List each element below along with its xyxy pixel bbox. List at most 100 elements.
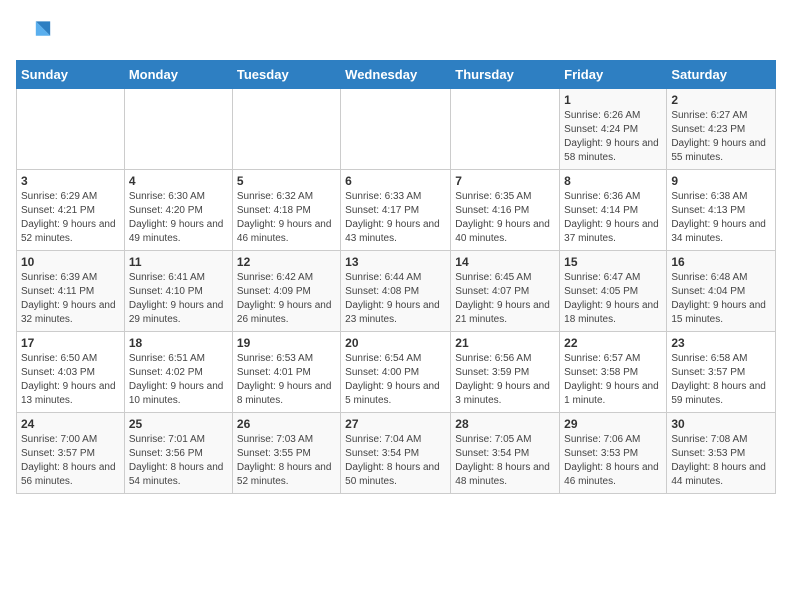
calendar-cell: 2 Sunrise: 6:27 AM Sunset: 4:23 PM Daylig… bbox=[667, 89, 776, 170]
day-number: 18 bbox=[129, 336, 228, 350]
day-info: Sunrise: 7:03 AM Sunset: 3:55 PM Dayligh… bbox=[237, 433, 336, 489]
day-info: Sunrise: 6:35 AM Sunset: 4:16 PM Dayligh… bbox=[455, 190, 555, 246]
calendar-cell bbox=[17, 89, 125, 170]
day-number: 15 bbox=[564, 255, 662, 269]
day-number: 23 bbox=[671, 336, 771, 350]
calendar-cell: 16 Sunrise: 6:48 AM Sunset: 4:04 PM Dayli… bbox=[667, 251, 776, 332]
day-info: Sunrise: 7:01 AM Sunset: 3:56 PM Dayligh… bbox=[129, 433, 228, 489]
day-number: 26 bbox=[237, 417, 336, 431]
calendar-cell: 17 Sunrise: 6:50 AM Sunset: 4:03 PM Dayli… bbox=[17, 332, 125, 413]
day-number: 12 bbox=[237, 255, 336, 269]
calendar-cell: 1Sunrise: 6:26 AM Sunset: 4:24 PM Daylig… bbox=[560, 89, 667, 170]
calendar-cell: 26 Sunrise: 7:03 AM Sunset: 3:55 PM Dayli… bbox=[232, 413, 340, 494]
calendar-cell: 28 Sunrise: 7:05 AM Sunset: 3:54 PM Dayli… bbox=[451, 413, 560, 494]
day-info: Sunrise: 6:27 AM Sunset: 4:23 PM Dayligh… bbox=[671, 109, 771, 165]
calendar-table: SundayMondayTuesdayWednesdayThursdayFrid… bbox=[16, 60, 776, 494]
day-number: 7 bbox=[455, 174, 555, 188]
calendar-cell: 11 Sunrise: 6:41 AM Sunset: 4:10 PM Dayli… bbox=[124, 251, 232, 332]
day-number: 6 bbox=[345, 174, 446, 188]
day-info: Sunrise: 6:45 AM Sunset: 4:07 PM Dayligh… bbox=[455, 271, 555, 327]
day-info: Sunrise: 6:50 AM Sunset: 4:03 PM Dayligh… bbox=[21, 352, 120, 408]
day-number: 21 bbox=[455, 336, 555, 350]
calendar-cell: 13 Sunrise: 6:44 AM Sunset: 4:08 PM Dayli… bbox=[341, 251, 451, 332]
calendar-cell bbox=[341, 89, 451, 170]
day-info: Sunrise: 6:57 AM Sunset: 3:58 PM Dayligh… bbox=[564, 352, 662, 408]
calendar-cell bbox=[451, 89, 560, 170]
day-number: 20 bbox=[345, 336, 446, 350]
day-info: Sunrise: 6:33 AM Sunset: 4:17 PM Dayligh… bbox=[345, 190, 446, 246]
logo bbox=[16, 16, 56, 52]
calendar-cell: 23Sunrise: 6:58 AM Sunset: 3:57 PM Dayli… bbox=[667, 332, 776, 413]
day-info: Sunrise: 6:48 AM Sunset: 4:04 PM Dayligh… bbox=[671, 271, 771, 327]
day-info: Sunrise: 7:06 AM Sunset: 3:53 PM Dayligh… bbox=[564, 433, 662, 489]
calendar-cell: 18 Sunrise: 6:51 AM Sunset: 4:02 PM Dayli… bbox=[124, 332, 232, 413]
calendar-cell: 7 Sunrise: 6:35 AM Sunset: 4:16 PM Daylig… bbox=[451, 170, 560, 251]
calendar-cell: 10Sunrise: 6:39 AM Sunset: 4:11 PM Dayli… bbox=[17, 251, 125, 332]
calendar-cell bbox=[232, 89, 340, 170]
day-number: 27 bbox=[345, 417, 446, 431]
day-info: Sunrise: 7:00 AM Sunset: 3:57 PM Dayligh… bbox=[21, 433, 120, 489]
day-info: Sunrise: 6:26 AM Sunset: 4:24 PM Dayligh… bbox=[564, 109, 662, 165]
day-info: Sunrise: 6:36 AM Sunset: 4:14 PM Dayligh… bbox=[564, 190, 662, 246]
day-info: Sunrise: 6:51 AM Sunset: 4:02 PM Dayligh… bbox=[129, 352, 228, 408]
day-number: 14 bbox=[455, 255, 555, 269]
day-number: 17 bbox=[21, 336, 120, 350]
day-info: Sunrise: 6:47 AM Sunset: 4:05 PM Dayligh… bbox=[564, 271, 662, 327]
day-number: 9 bbox=[671, 174, 771, 188]
calendar-cell: 27 Sunrise: 7:04 AM Sunset: 3:54 PM Dayli… bbox=[341, 413, 451, 494]
day-header-monday: Monday bbox=[124, 61, 232, 89]
calendar-cell: 5Sunrise: 6:32 AM Sunset: 4:18 PM Daylig… bbox=[232, 170, 340, 251]
day-number: 8 bbox=[564, 174, 662, 188]
day-number: 28 bbox=[455, 417, 555, 431]
day-info: Sunrise: 6:32 AM Sunset: 4:18 PM Dayligh… bbox=[237, 190, 336, 246]
day-info: Sunrise: 7:08 AM Sunset: 3:53 PM Dayligh… bbox=[671, 433, 771, 489]
day-header-friday: Friday bbox=[560, 61, 667, 89]
day-number: 24 bbox=[21, 417, 120, 431]
day-info: Sunrise: 6:44 AM Sunset: 4:08 PM Dayligh… bbox=[345, 271, 446, 327]
calendar-cell: 20Sunrise: 6:54 AM Sunset: 4:00 PM Dayli… bbox=[341, 332, 451, 413]
calendar-cell: 9 Sunrise: 6:38 AM Sunset: 4:13 PM Daylig… bbox=[667, 170, 776, 251]
calendar-cell: 8 Sunrise: 6:36 AM Sunset: 4:14 PM Daylig… bbox=[560, 170, 667, 251]
day-info: Sunrise: 6:39 AM Sunset: 4:11 PM Dayligh… bbox=[21, 271, 120, 327]
day-info: Sunrise: 6:41 AM Sunset: 4:10 PM Dayligh… bbox=[129, 271, 228, 327]
day-info: Sunrise: 6:38 AM Sunset: 4:13 PM Dayligh… bbox=[671, 190, 771, 246]
logo-icon bbox=[16, 16, 52, 52]
calendar-cell bbox=[124, 89, 232, 170]
calendar-cell: 4 Sunrise: 6:30 AM Sunset: 4:20 PM Daylig… bbox=[124, 170, 232, 251]
day-header-wednesday: Wednesday bbox=[341, 61, 451, 89]
calendar-cell: 22 Sunrise: 6:57 AM Sunset: 3:58 PM Dayli… bbox=[560, 332, 667, 413]
day-number: 3 bbox=[21, 174, 120, 188]
day-number: 2 bbox=[671, 93, 771, 107]
day-header-thursday: Thursday bbox=[451, 61, 560, 89]
day-number: 13 bbox=[345, 255, 446, 269]
day-number: 19 bbox=[237, 336, 336, 350]
calendar-cell: 29 Sunrise: 7:06 AM Sunset: 3:53 PM Dayli… bbox=[560, 413, 667, 494]
calendar-cell: 3 Sunrise: 6:29 AM Sunset: 4:21 PM Daylig… bbox=[17, 170, 125, 251]
day-number: 11 bbox=[129, 255, 228, 269]
day-info: Sunrise: 7:05 AM Sunset: 3:54 PM Dayligh… bbox=[455, 433, 555, 489]
day-info: Sunrise: 7:04 AM Sunset: 3:54 PM Dayligh… bbox=[345, 433, 446, 489]
calendar-cell: 6 Sunrise: 6:33 AM Sunset: 4:17 PM Daylig… bbox=[341, 170, 451, 251]
day-number: 22 bbox=[564, 336, 662, 350]
header bbox=[16, 16, 776, 52]
day-number: 16 bbox=[671, 255, 771, 269]
day-header-tuesday: Tuesday bbox=[232, 61, 340, 89]
day-info: Sunrise: 6:53 AM Sunset: 4:01 PM Dayligh… bbox=[237, 352, 336, 408]
day-info: Sunrise: 6:42 AM Sunset: 4:09 PM Dayligh… bbox=[237, 271, 336, 327]
day-number: 25 bbox=[129, 417, 228, 431]
calendar-cell: 15 Sunrise: 6:47 AM Sunset: 4:05 PM Dayli… bbox=[560, 251, 667, 332]
calendar-cell: 21 Sunrise: 6:56 AM Sunset: 3:59 PM Dayli… bbox=[451, 332, 560, 413]
calendar-cell: 14 Sunrise: 6:45 AM Sunset: 4:07 PM Dayli… bbox=[451, 251, 560, 332]
day-info: Sunrise: 6:29 AM Sunset: 4:21 PM Dayligh… bbox=[21, 190, 120, 246]
day-number: 4 bbox=[129, 174, 228, 188]
calendar-cell: 19 Sunrise: 6:53 AM Sunset: 4:01 PM Dayli… bbox=[232, 332, 340, 413]
calendar-cell: 24 Sunrise: 7:00 AM Sunset: 3:57 PM Dayli… bbox=[17, 413, 125, 494]
calendar-cell: 12 Sunrise: 6:42 AM Sunset: 4:09 PM Dayli… bbox=[232, 251, 340, 332]
calendar-cell: 30 Sunrise: 7:08 AM Sunset: 3:53 PM Dayli… bbox=[667, 413, 776, 494]
day-number: 30 bbox=[671, 417, 771, 431]
day-info: Sunrise: 6:30 AM Sunset: 4:20 PM Dayligh… bbox=[129, 190, 228, 246]
day-header-saturday: Saturday bbox=[667, 61, 776, 89]
day-number: 29 bbox=[564, 417, 662, 431]
day-header-sunday: Sunday bbox=[17, 61, 125, 89]
day-info: Sunrise: 6:56 AM Sunset: 3:59 PM Dayligh… bbox=[455, 352, 555, 408]
